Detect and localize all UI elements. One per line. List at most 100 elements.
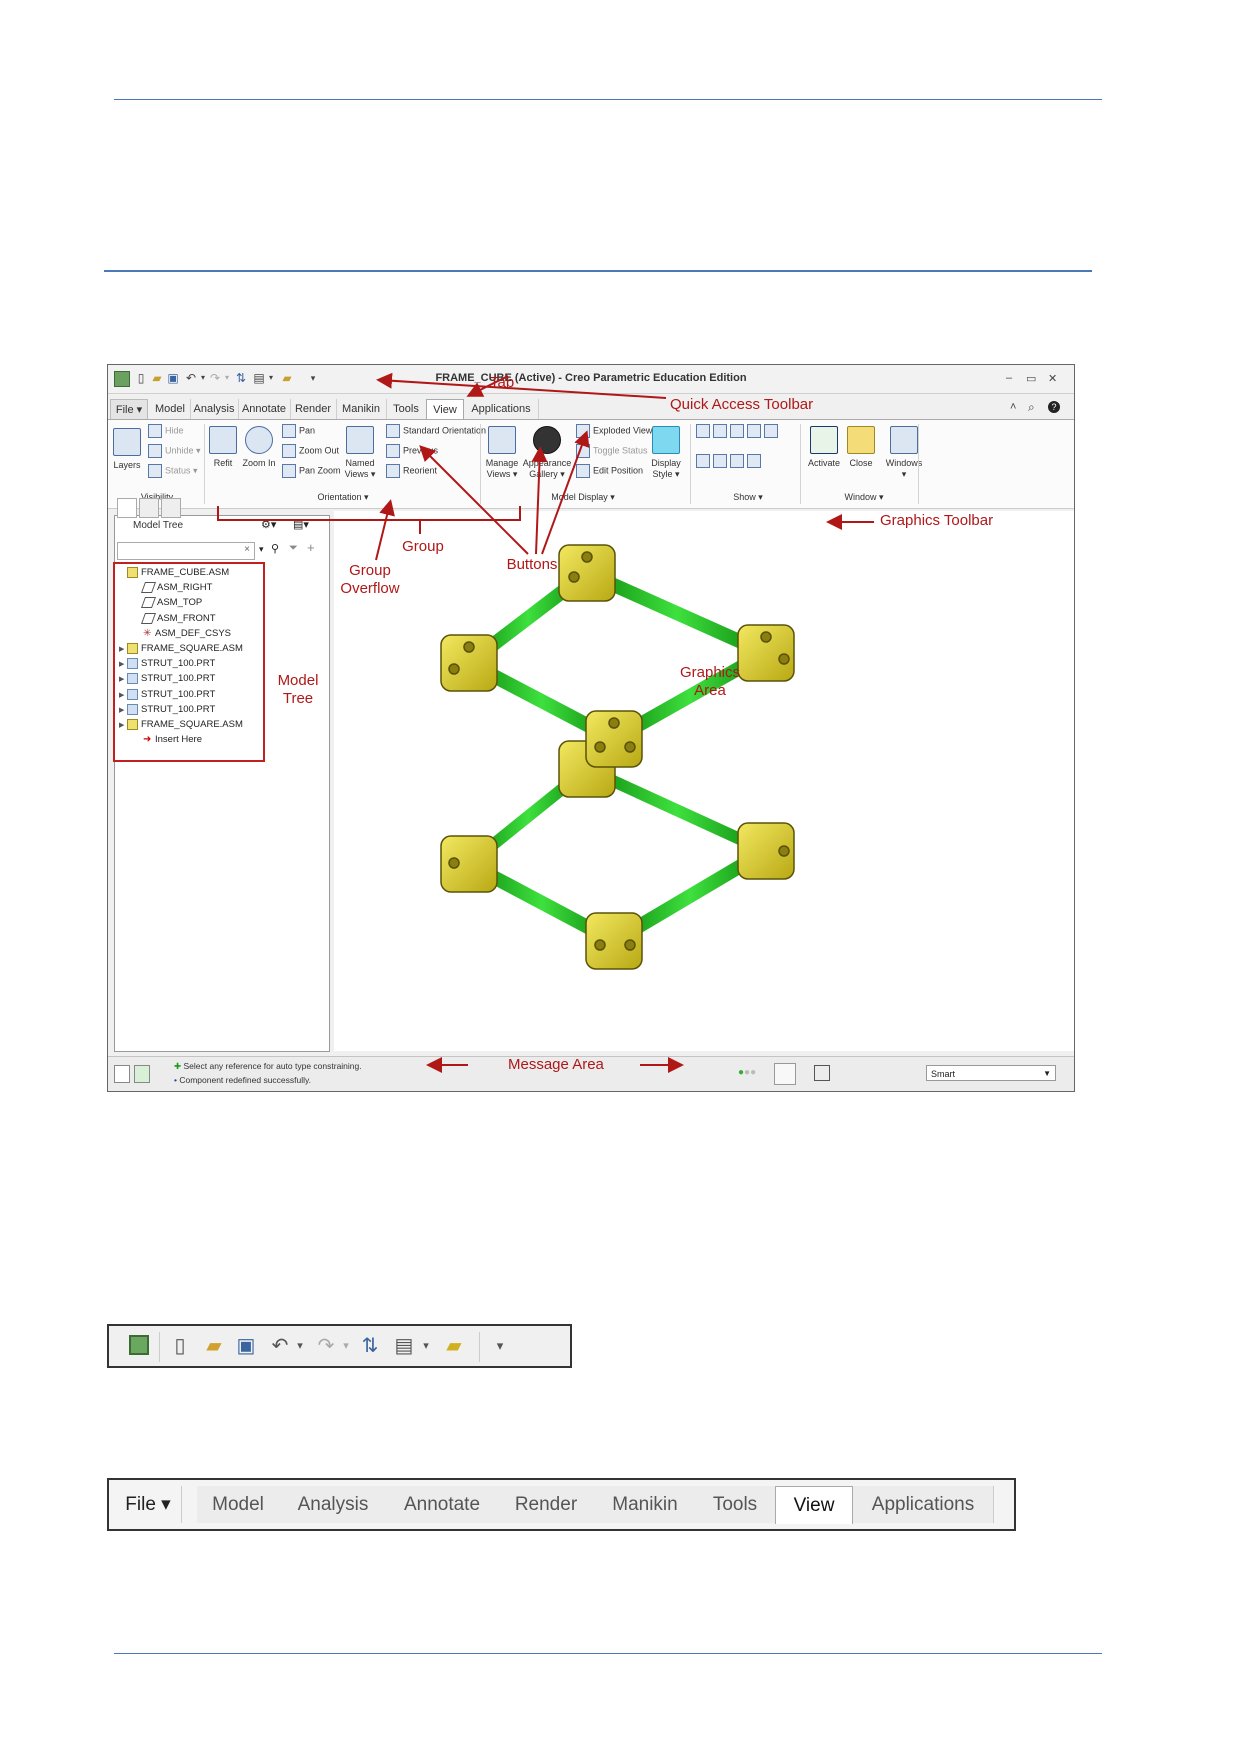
- tab-applications[interactable]: Applications: [853, 1486, 994, 1523]
- graphics-area[interactable]: [334, 511, 1074, 1051]
- spin-center-icon[interactable]: [764, 424, 778, 438]
- named-views-button[interactable]: Named Views ▾: [342, 426, 378, 480]
- undo-dropdown-icon[interactable]: ▾: [289, 1335, 311, 1357]
- group-orientation[interactable]: Orientation ▾: [268, 492, 418, 503]
- tab-render[interactable]: Render: [497, 1486, 596, 1523]
- redo-icon[interactable]: ↷: [315, 1335, 337, 1357]
- expand-arrow-icon[interactable]: ▶: [119, 672, 127, 687]
- tab-applications[interactable]: Applications: [464, 399, 539, 419]
- tree-item[interactable]: ASM_RIGHT: [135, 580, 212, 595]
- find-icon[interactable]: [774, 1063, 796, 1085]
- refit-button[interactable]: Refit: [208, 426, 238, 469]
- browser-toggle-icon[interactable]: [134, 1065, 150, 1083]
- navigator-toggle-icon[interactable]: [114, 1065, 130, 1083]
- csys-tag-icon[interactable]: [747, 454, 761, 468]
- save-icon[interactable]: ▣: [235, 1335, 257, 1357]
- find-icon[interactable]: ⚲: [271, 542, 279, 555]
- undo-icon[interactable]: ↶: [269, 1335, 291, 1357]
- tab-analysis[interactable]: Analysis: [190, 399, 239, 419]
- windows-button[interactable]: Windows ▾: [882, 426, 926, 480]
- new-icon[interactable]: ▯: [169, 1335, 191, 1357]
- unhide-button[interactable]: Unhide ▾: [148, 444, 201, 458]
- model-tree-icon[interactable]: [129, 1335, 149, 1355]
- layers-button[interactable]: Layers: [112, 428, 142, 471]
- tree-item[interactable]: ▶ STRUT_100.PRT: [119, 671, 215, 686]
- display-style-button[interactable]: Display Style ▾: [648, 426, 684, 480]
- add-column-icon[interactable]: +: [307, 540, 315, 555]
- hide-button[interactable]: Hide: [148, 424, 184, 438]
- expand-arrow-icon[interactable]: ▶: [119, 688, 127, 703]
- search-icon[interactable]: ⌕: [1028, 400, 1035, 415]
- tree-item[interactable]: ▶ FRAME_SQUARE.ASM: [119, 641, 243, 656]
- tab-manikin[interactable]: Manikin: [336, 399, 387, 419]
- minimize-icon[interactable]: –: [1006, 372, 1012, 384]
- pan-button[interactable]: Pan: [282, 424, 315, 438]
- windows-icon[interactable]: ▤: [393, 1335, 415, 1357]
- tab-model[interactable]: Model: [197, 1486, 280, 1523]
- open-icon[interactable]: ▰: [203, 1335, 225, 1357]
- regenerate-icon[interactable]: ⇅: [359, 1335, 381, 1357]
- point-display-icon[interactable]: [730, 424, 744, 438]
- close-button[interactable]: Close: [846, 426, 876, 469]
- tree-item[interactable]: ▶ FRAME_SQUARE.ASM: [119, 717, 243, 732]
- standard-orientation-button[interactable]: Standard Orientation: [386, 424, 486, 438]
- reorient-button[interactable]: Reorient: [386, 464, 437, 478]
- close-folder-icon[interactable]: ▰: [443, 1335, 465, 1357]
- group-model-display[interactable]: Model Display ▾: [508, 492, 658, 503]
- plane-tag-icon[interactable]: [696, 454, 710, 468]
- clear-search-icon[interactable]: ×: [244, 544, 250, 555]
- csys-display-icon[interactable]: [747, 424, 761, 438]
- tree-item[interactable]: FRAME_CUBE.ASM: [119, 565, 229, 580]
- close-icon[interactable]: ✕: [1048, 372, 1057, 385]
- tab-file[interactable]: File ▾: [115, 1486, 182, 1523]
- toggle-status-button[interactable]: Toggle Status: [576, 444, 648, 458]
- redo-dropdown-icon[interactable]: ▾: [335, 1335, 357, 1357]
- manage-views-button[interactable]: Manage Views ▾: [482, 426, 522, 480]
- tab-view[interactable]: View: [426, 399, 464, 420]
- tree-item[interactable]: ➜ Insert Here: [135, 732, 202, 747]
- help-icon[interactable]: ?: [1048, 401, 1060, 413]
- axis-display-icon[interactable]: [713, 424, 727, 438]
- tab-tools[interactable]: Tools: [695, 1486, 776, 1523]
- zoom-in-button[interactable]: Zoom In: [242, 426, 276, 469]
- windows-dropdown-icon[interactable]: ▾: [415, 1335, 437, 1357]
- tree-search-input[interactable]: ×: [117, 542, 255, 560]
- group-show[interactable]: Show ▾: [708, 492, 788, 503]
- expand-arrow-icon[interactable]: ▶: [119, 718, 127, 733]
- tab-view[interactable]: View: [775, 1486, 853, 1524]
- tab-model[interactable]: Model: [150, 399, 191, 419]
- tree-columns-icon[interactable]: ▤▾: [293, 518, 309, 531]
- expand-arrow-icon[interactable]: ▶: [119, 703, 127, 718]
- activate-button[interactable]: Activate: [804, 426, 844, 469]
- appearance-gallery-button[interactable]: Appearance Gallery ▾: [522, 426, 572, 480]
- favorites-tab-icon[interactable]: [161, 498, 181, 518]
- maximize-icon[interactable]: ▭: [1026, 372, 1036, 385]
- tab-analysis[interactable]: Analysis: [279, 1486, 388, 1523]
- expand-arrow-icon[interactable]: ▶: [119, 657, 127, 672]
- tree-item[interactable]: ▶ STRUT_100.PRT: [119, 687, 215, 702]
- customize-toolbar-icon[interactable]: ▾: [489, 1335, 511, 1357]
- status-button[interactable]: Status ▾: [148, 464, 198, 478]
- model-tree-tab-icon[interactable]: [117, 498, 137, 518]
- tree-settings-icon[interactable]: ⚙▾: [261, 518, 276, 531]
- tab-tools[interactable]: Tools: [386, 399, 427, 419]
- previous-button[interactable]: Previous: [386, 444, 438, 458]
- tree-item[interactable]: ▶ STRUT_100.PRT: [119, 702, 215, 717]
- folder-browser-tab-icon[interactable]: [139, 498, 159, 518]
- group-window[interactable]: Window ▾: [824, 492, 904, 503]
- zoom-out-button[interactable]: Zoom Out: [282, 444, 339, 458]
- tree-item[interactable]: ✳ ASM_DEF_CSYS: [135, 626, 231, 641]
- exploded-view-button[interactable]: Exploded View: [576, 424, 652, 438]
- minimize-ribbon-icon[interactable]: ˄: [1010, 401, 1016, 413]
- tab-render[interactable]: Render: [290, 399, 337, 419]
- filter-icon[interactable]: ⏷: [289, 542, 298, 555]
- selection-box-icon[interactable]: [814, 1065, 830, 1081]
- tab-annotate[interactable]: Annotate: [387, 1486, 498, 1523]
- tree-item[interactable]: ▶ STRUT_100.PRT: [119, 656, 215, 671]
- edit-position-button[interactable]: Edit Position: [576, 464, 643, 478]
- expand-arrow-icon[interactable]: ▶: [119, 642, 127, 657]
- axis-tag-icon[interactable]: [713, 454, 727, 468]
- selection-filter-select[interactable]: Smart ▼: [926, 1065, 1056, 1081]
- pan-zoom-button[interactable]: Pan Zoom: [282, 464, 341, 478]
- tree-item[interactable]: ASM_FRONT: [135, 611, 216, 626]
